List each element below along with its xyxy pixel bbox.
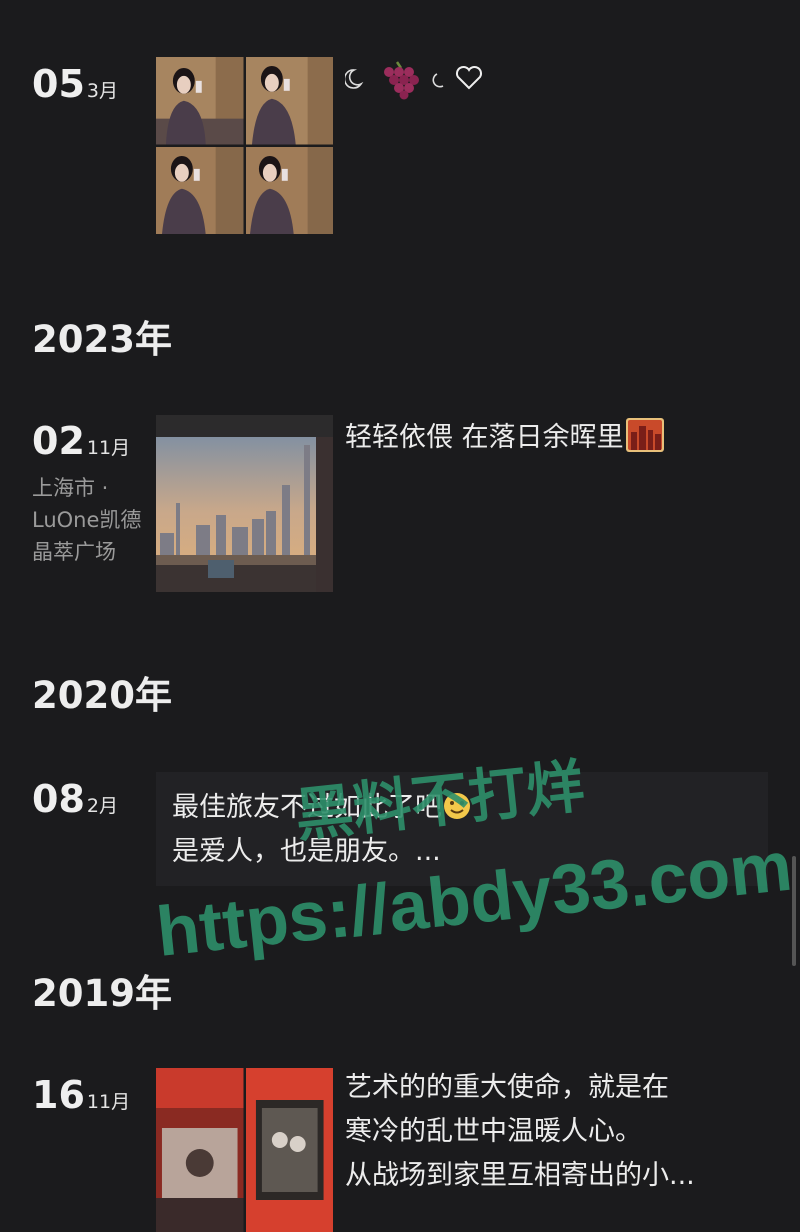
grapes-icon bbox=[384, 61, 419, 100]
moon-icon bbox=[343, 69, 364, 89]
art-caption-line-2[interactable]: 寒冷的乱世中温暖人心。 bbox=[345, 1110, 642, 1154]
text-post-line-text: 最佳旅友不过如此了吧 bbox=[172, 792, 442, 823]
city-sunset-emoji bbox=[625, 418, 664, 452]
entry-month: 2月 bbox=[86, 795, 118, 817]
entry-date-2: 02 11月 bbox=[32, 419, 130, 463]
entry-date-4: 16 11月 bbox=[32, 1073, 130, 1117]
entry-month: 11月 bbox=[86, 1091, 131, 1113]
post-caption[interactable]: 轻轻依偎 在落日余晖里 bbox=[345, 416, 664, 460]
selfie-photo-1[interactable] bbox=[156, 57, 244, 145]
entry-day: 05 bbox=[32, 62, 85, 106]
smile-emoji bbox=[442, 791, 472, 821]
location-label[interactable]: 上海市 · LuOne凯德晶萃广场 bbox=[32, 472, 150, 568]
photo-grid-selfies[interactable] bbox=[156, 57, 333, 234]
entry-date-1: 05 3月 bbox=[32, 62, 118, 106]
art-photo-2[interactable] bbox=[245, 1068, 333, 1232]
moon-icon-small bbox=[432, 73, 444, 88]
text-post-line-2: 是爱人，也是朋友。... bbox=[172, 836, 441, 867]
year-heading-2020: 2020年 bbox=[32, 674, 172, 717]
entry-month: 3月 bbox=[86, 80, 118, 102]
selfie-photo-3[interactable] bbox=[156, 146, 244, 234]
skyline-photo[interactable] bbox=[156, 415, 333, 592]
selfie-photo-2[interactable] bbox=[245, 57, 333, 145]
art-caption-line-1[interactable]: 艺术的的重大使命，就是在 bbox=[345, 1066, 669, 1110]
art-caption-line-3[interactable]: 从战场到家里互相寄出的小... bbox=[345, 1154, 695, 1198]
year-heading-2023: 2023年 bbox=[32, 318, 172, 361]
scrollbar[interactable] bbox=[792, 856, 796, 966]
entry-day: 02 bbox=[32, 419, 85, 463]
entry-day: 16 bbox=[32, 1073, 85, 1117]
heart-icon bbox=[455, 65, 483, 90]
entry-month: 11月 bbox=[86, 437, 131, 459]
photo-grid-art[interactable] bbox=[156, 1068, 333, 1232]
art-photo-1[interactable] bbox=[156, 1068, 244, 1232]
text-post-line-1: 最佳旅友不过如此了吧 bbox=[172, 786, 472, 830]
entry-day: 08 bbox=[32, 777, 85, 821]
year-heading-2019: 2019年 bbox=[32, 972, 172, 1015]
caption-text: 轻轻依偎 在落日余晖里 bbox=[345, 422, 624, 453]
selfie-photo-4[interactable] bbox=[245, 146, 333, 234]
emoji-caption bbox=[343, 58, 495, 102]
entry-date-3: 08 2月 bbox=[32, 777, 118, 821]
watermark-overlay: 黑料不打烊 https://abdy33.com bbox=[153, 754, 796, 971]
